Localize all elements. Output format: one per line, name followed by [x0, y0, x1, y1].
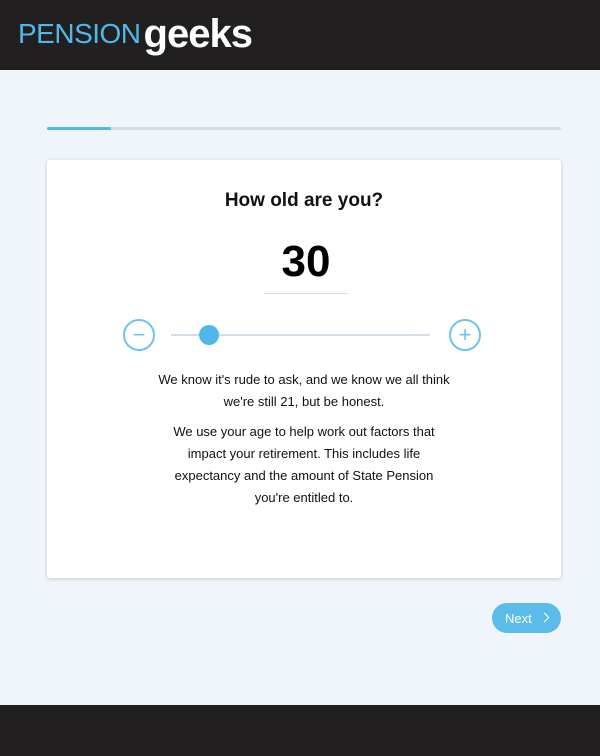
- increase-age-button[interactable]: +: [449, 319, 481, 351]
- chevron-right-icon: [539, 612, 550, 623]
- minus-icon: −: [132, 322, 146, 347]
- pension-geeks-logo[interactable]: PENSION geeks: [18, 12, 253, 56]
- site-footer: [0, 705, 600, 756]
- logo-pension-text: PENSION: [18, 18, 141, 49]
- progress-bar-fill: [47, 127, 112, 130]
- next-button-label: Next: [505, 610, 532, 626]
- age-slider-handle[interactable]: [198, 325, 219, 345]
- age-disclaimer-text: We know it's rude to ask, and we know we…: [158, 372, 450, 409]
- plus-icon: +: [458, 322, 472, 347]
- age-explanation-text: We use your age to help work out factors…: [173, 424, 435, 505]
- question-card: How old are you? 30 − + We know it's rud…: [47, 160, 561, 578]
- progress-bar: [47, 127, 561, 130]
- logo-geeks-text: geeks: [143, 12, 253, 56]
- age-value-display[interactable]: 30: [264, 234, 348, 294]
- decrease-age-button[interactable]: −: [123, 319, 155, 351]
- next-button[interactable]: Next: [492, 603, 561, 633]
- site-header: PENSION geeks: [0, 0, 600, 70]
- question-title: How old are you?: [224, 190, 384, 211]
